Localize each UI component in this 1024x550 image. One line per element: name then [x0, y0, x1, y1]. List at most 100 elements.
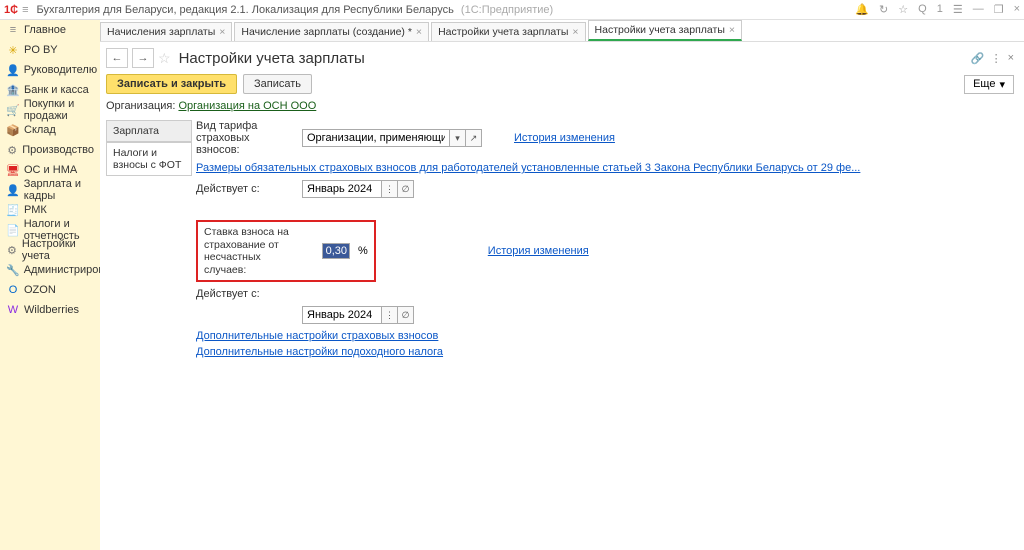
minimize-icon[interactable]: — [973, 3, 984, 16]
tab-label: Начисления зарплаты [107, 26, 215, 38]
tab-label: Начисление зарплаты (создание) * [241, 26, 412, 38]
date-picker-icon-1[interactable]: ⋮ [382, 180, 398, 198]
close-icon[interactable]: × [1014, 3, 1020, 16]
sidebar-item-label: Wildberries [24, 304, 79, 316]
open-external-icon[interactable]: 🔗 [971, 52, 985, 65]
sidebar-item[interactable]: ≡ Главное [0, 20, 100, 40]
page-header: ← → ☆ Настройки учета зарплаты 🔗 ⋮ × [106, 48, 1014, 68]
sidebar-item-label: Зарплата и кадры [24, 178, 94, 202]
sidebar-item-label: PO BY [24, 44, 58, 56]
document-tab[interactable]: Начисление зарплаты (создание) * × [234, 22, 429, 41]
sessions-icon[interactable]: 1 [937, 3, 943, 16]
rate-highlight: Ставка взноса на страхование от несчастн… [196, 220, 376, 282]
star-icon[interactable]: ☆ [898, 3, 908, 16]
side-tabs: ЗарплатаНалоги и взносы с ФОТ [106, 120, 192, 358]
extra-link-2[interactable]: Дополнительные настройки подоходного нал… [196, 346, 443, 358]
tariff-open-icon[interactable]: ↗ [466, 129, 482, 147]
organization-row: Организация: Организация на ОСН ООО [106, 100, 1014, 112]
tab-label: Настройки учета зарплаты [595, 24, 725, 36]
rate-input[interactable] [322, 243, 350, 259]
tab-close-icon[interactable]: × [572, 26, 578, 38]
date-clear-icon-1[interactable]: ∅ [398, 180, 414, 198]
history-link-2[interactable]: История изменения [488, 245, 589, 257]
sidebar-item[interactable]: 📦 Склад [0, 120, 100, 140]
sidebar-item-label: Производство [22, 144, 94, 156]
effective-label-2: Действует с: [196, 288, 296, 300]
menu-icon[interactable]: ≡ [22, 4, 28, 16]
close-tab-icon[interactable]: × [1008, 52, 1014, 65]
titlebar-icons: 🔔 ↻ ☆ Q 1 ☰ — ❐ × [855, 3, 1020, 16]
sidebar-item-label: РМК [24, 204, 47, 216]
tab-label: Настройки учета зарплаты [438, 26, 568, 38]
sidebar-icon: W [6, 304, 20, 316]
sidebar-item[interactable]: 🧾РМК [0, 200, 100, 220]
document-tab[interactable]: Начисления зарплаты × [100, 22, 232, 41]
side-tab[interactable]: Зарплата [106, 120, 192, 142]
extra-link-1[interactable]: Дополнительные настройки страховых взнос… [196, 330, 438, 342]
side-tab[interactable]: Налоги и взносы с ФОТ [106, 142, 192, 176]
effective-label-1: Действует с: [196, 183, 296, 195]
tab-close-icon[interactable]: × [729, 24, 735, 36]
history-icon[interactable]: ↻ [879, 3, 888, 16]
sidebar-icon: 🖥 [6, 164, 20, 177]
sidebar-icon: 🛒 [6, 104, 20, 117]
sidebar-item[interactable]: 👤Руководителю [0, 60, 100, 80]
sidebar-item[interactable]: 🛒 Покупки и продажи [0, 100, 100, 120]
sidebar-item[interactable]: W Wildberries [0, 300, 100, 320]
sidebar-icon: ⚙ [6, 244, 18, 257]
sidebar-icon: 🏦 [6, 84, 20, 97]
app-title: Бухгалтерия для Беларуси, редакция 2.1. … [36, 4, 855, 16]
more-button[interactable]: Еще▾ [964, 75, 1014, 94]
sidebar-item[interactable]: 👤 Зарплата и кадры [0, 180, 100, 200]
sidebar-item-label: Настройки учета [22, 238, 94, 262]
form-area: Вид тарифа страховых взносов: ▾ ↗ Истори… [196, 120, 1014, 358]
nav-back-button[interactable]: ← [106, 48, 128, 68]
sidebar-icon: ⚙ [6, 144, 18, 157]
date-input-1[interactable] [302, 180, 382, 198]
tab-close-icon[interactable]: × [416, 26, 422, 38]
date-input-2[interactable] [302, 306, 382, 324]
tab-close-icon[interactable]: × [219, 26, 225, 38]
organization-link[interactable]: Организация на ОСН ООО [178, 100, 316, 112]
sidebar-item-label: Банк и касса [24, 84, 89, 96]
history-link-1[interactable]: История изменения [514, 132, 615, 144]
sidebar-icon: ≡ [6, 24, 20, 36]
date-clear-icon-2[interactable]: ∅ [398, 306, 414, 324]
sidebar-icon: 👤 [6, 64, 20, 77]
sidebar-item[interactable]: ✳ PO BY [0, 40, 100, 60]
page-title: Настройки учета зарплаты [179, 50, 365, 67]
tariff-dropdown-icon[interactable]: ▾ [450, 129, 466, 147]
sidebar-item-label: Склад [24, 124, 56, 136]
sidebar-item-label: Главное [24, 24, 66, 36]
nav-forward-button[interactable]: → [132, 48, 154, 68]
panel-icon[interactable]: ☰ [953, 3, 963, 16]
document-tab[interactable]: Настройки учета зарплаты × [588, 20, 742, 41]
sidebar-icon: ✳ [6, 44, 20, 57]
search-icon[interactable]: Q [918, 3, 927, 16]
sidebar-item[interactable]: ⚙ Производство [0, 140, 100, 160]
sidebar-item[interactable]: OOZON [0, 280, 100, 300]
bell-icon[interactable]: 🔔 [855, 3, 869, 16]
date-picker-icon-2[interactable]: ⋮ [382, 306, 398, 324]
save-close-button[interactable]: Записать и закрыть [106, 74, 237, 94]
sidebar-icon: 📄 [6, 224, 20, 237]
document-tab[interactable]: Настройки учета зарплаты × [431, 22, 585, 41]
sidebar-icon: 👤 [6, 184, 20, 197]
sidebar-item[interactable]: ⚙ Настройки учета [0, 240, 100, 260]
restore-icon[interactable]: ❐ [994, 3, 1004, 16]
favorite-icon[interactable]: ☆ [158, 50, 171, 67]
sidebar-item-label: ОС и НМА [24, 164, 77, 176]
rate-label: Ставка взноса на страхование от несчастн… [204, 226, 300, 276]
more-menu-icon[interactable]: ⋮ [991, 52, 1002, 65]
info-link[interactable]: Размеры обязательных страховых взносов д… [196, 162, 860, 174]
tariff-select[interactable] [302, 129, 450, 147]
sidebar-icon: 📦 [6, 124, 20, 137]
sidebar-item[interactable]: 🏦 Банк и касса [0, 80, 100, 100]
save-button[interactable]: Записать [243, 74, 312, 94]
sidebar-item-label: Покупки и продажи [24, 98, 94, 122]
rate-suffix: % [358, 245, 368, 257]
sidebar-item[interactable]: 📄Налоги и отчетность [0, 220, 100, 240]
sidebar-item[interactable]: 🔧Администрирование [0, 260, 100, 280]
sidebar-item[interactable]: 🖥 ОС и НМА [0, 160, 100, 180]
tab-bar: Начисления зарплаты×Начисление зарплаты … [100, 20, 1024, 42]
